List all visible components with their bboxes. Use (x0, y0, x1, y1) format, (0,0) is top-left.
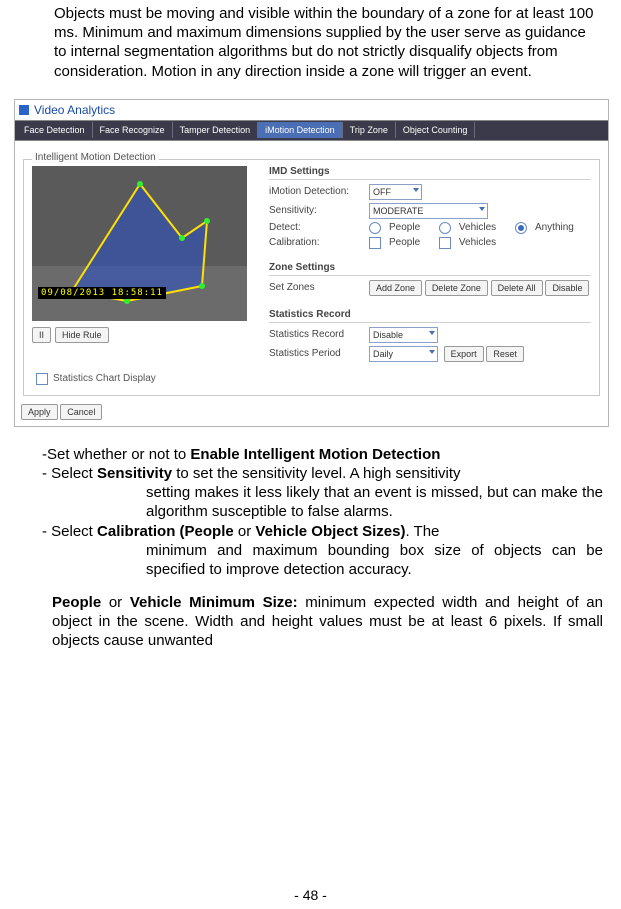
sensitivity-select[interactable]: MODERATE (369, 203, 488, 219)
calib-people-label: People (389, 237, 420, 248)
statistics-record-heading: Statistics Record (269, 309, 591, 323)
tab-face-recognize[interactable]: Face Recognize (93, 122, 173, 138)
video-preview[interactable]: 09/08/2013 18:58:11 (32, 166, 247, 321)
reset-button[interactable]: Reset (486, 346, 524, 362)
disable-button[interactable]: Disable (545, 280, 589, 296)
app-screenshot: Video Analytics Face Detection Face Reco… (14, 99, 609, 427)
pause-button[interactable]: II (32, 327, 51, 343)
calibration-label: Calibration: (269, 237, 369, 248)
detect-people-label: People (389, 222, 420, 233)
preview-column: 09/08/2013 18:58:11 II Hide Rule (32, 166, 269, 365)
tab-object-counting[interactable]: Object Counting (396, 122, 476, 138)
delete-all-button[interactable]: Delete All (491, 280, 543, 296)
line-sensitivity: - Select Sensitivity to set the sensitiv… (42, 464, 603, 483)
window-title: Video Analytics (34, 103, 115, 117)
apply-button[interactable]: Apply (21, 404, 58, 420)
imotion-detection-select[interactable]: OFF (369, 184, 422, 200)
calibration-options: People Vehicles (369, 237, 512, 249)
detect-anything-label: Anything (535, 222, 574, 233)
tab-face-detection[interactable]: Face Detection (17, 122, 93, 138)
tab-bar: Face Detection Face Recognize Tamper Det… (15, 120, 608, 141)
settings-panel: IMD Settings iMotion Detection: OFF Sens… (269, 166, 591, 365)
zone-settings-heading: Zone Settings (269, 262, 591, 276)
detect-vehicles-label: Vehicles (459, 222, 496, 233)
tab-trip-zone[interactable]: Trip Zone (343, 122, 396, 138)
tab-imotion-detection[interactable]: iMotion Detection (258, 122, 343, 138)
delete-zone-button[interactable]: Delete Zone (425, 280, 488, 296)
line-min-size: People or Vehicle Minimum Size: minimum … (42, 593, 603, 651)
hide-rule-button[interactable]: Hide Rule (55, 327, 109, 343)
calib-people-checkbox[interactable] (369, 237, 381, 249)
intro-paragraph: Objects must be moving and visible withi… (54, 4, 601, 81)
tab-tamper-detection[interactable]: Tamper Detection (173, 122, 259, 138)
statistics-chart-label: Statistics Chart Display (53, 373, 156, 384)
statistics-record-label: Statistics Record (269, 329, 369, 340)
window-titlebar: Video Analytics (15, 100, 608, 120)
export-button[interactable]: Export (444, 346, 484, 362)
detect-people-radio[interactable] (369, 222, 381, 234)
page-number: - 48 - (0, 887, 621, 903)
statistics-chart-checkbox[interactable] (36, 373, 48, 385)
app-icon (19, 105, 29, 115)
cancel-button[interactable]: Cancel (60, 404, 102, 420)
line-calibration-cont: minimum and maximum bounding box size of… (42, 541, 603, 579)
set-zones-label: Set Zones (269, 282, 369, 293)
line-sensitivity-cont: setting makes it less likely that an eve… (42, 483, 603, 521)
line-enable-imd: -Set whether or not to Enable Intelligen… (42, 445, 603, 464)
calib-vehicles-checkbox[interactable] (439, 237, 451, 249)
line-calibration: - Select Calibration (People or Vehicle … (42, 522, 603, 541)
statistics-period-select[interactable]: Daily (369, 346, 438, 362)
detect-vehicles-radio[interactable] (439, 222, 451, 234)
instructions-block: -Set whether or not to Enable Intelligen… (42, 445, 603, 651)
video-timestamp: 09/08/2013 18:58:11 (38, 287, 166, 299)
imd-fieldset: Intelligent Motion Detection 09/08/2 (23, 159, 600, 396)
sensitivity-label: Sensitivity: (269, 205, 369, 216)
imd-settings-heading: IMD Settings (269, 166, 591, 180)
statistics-record-select[interactable]: Disable (369, 327, 438, 343)
detect-anything-radio[interactable] (515, 222, 527, 234)
calib-vehicles-label: Vehicles (459, 237, 496, 248)
add-zone-button[interactable]: Add Zone (369, 280, 422, 296)
detect-options: People Vehicles Anything (369, 222, 590, 234)
imotion-detection-label: iMotion Detection: (269, 186, 369, 197)
fieldset-legend: Intelligent Motion Detection (32, 152, 159, 163)
detect-label: Detect: (269, 222, 369, 233)
statistics-period-label: Statistics Period (269, 348, 369, 359)
